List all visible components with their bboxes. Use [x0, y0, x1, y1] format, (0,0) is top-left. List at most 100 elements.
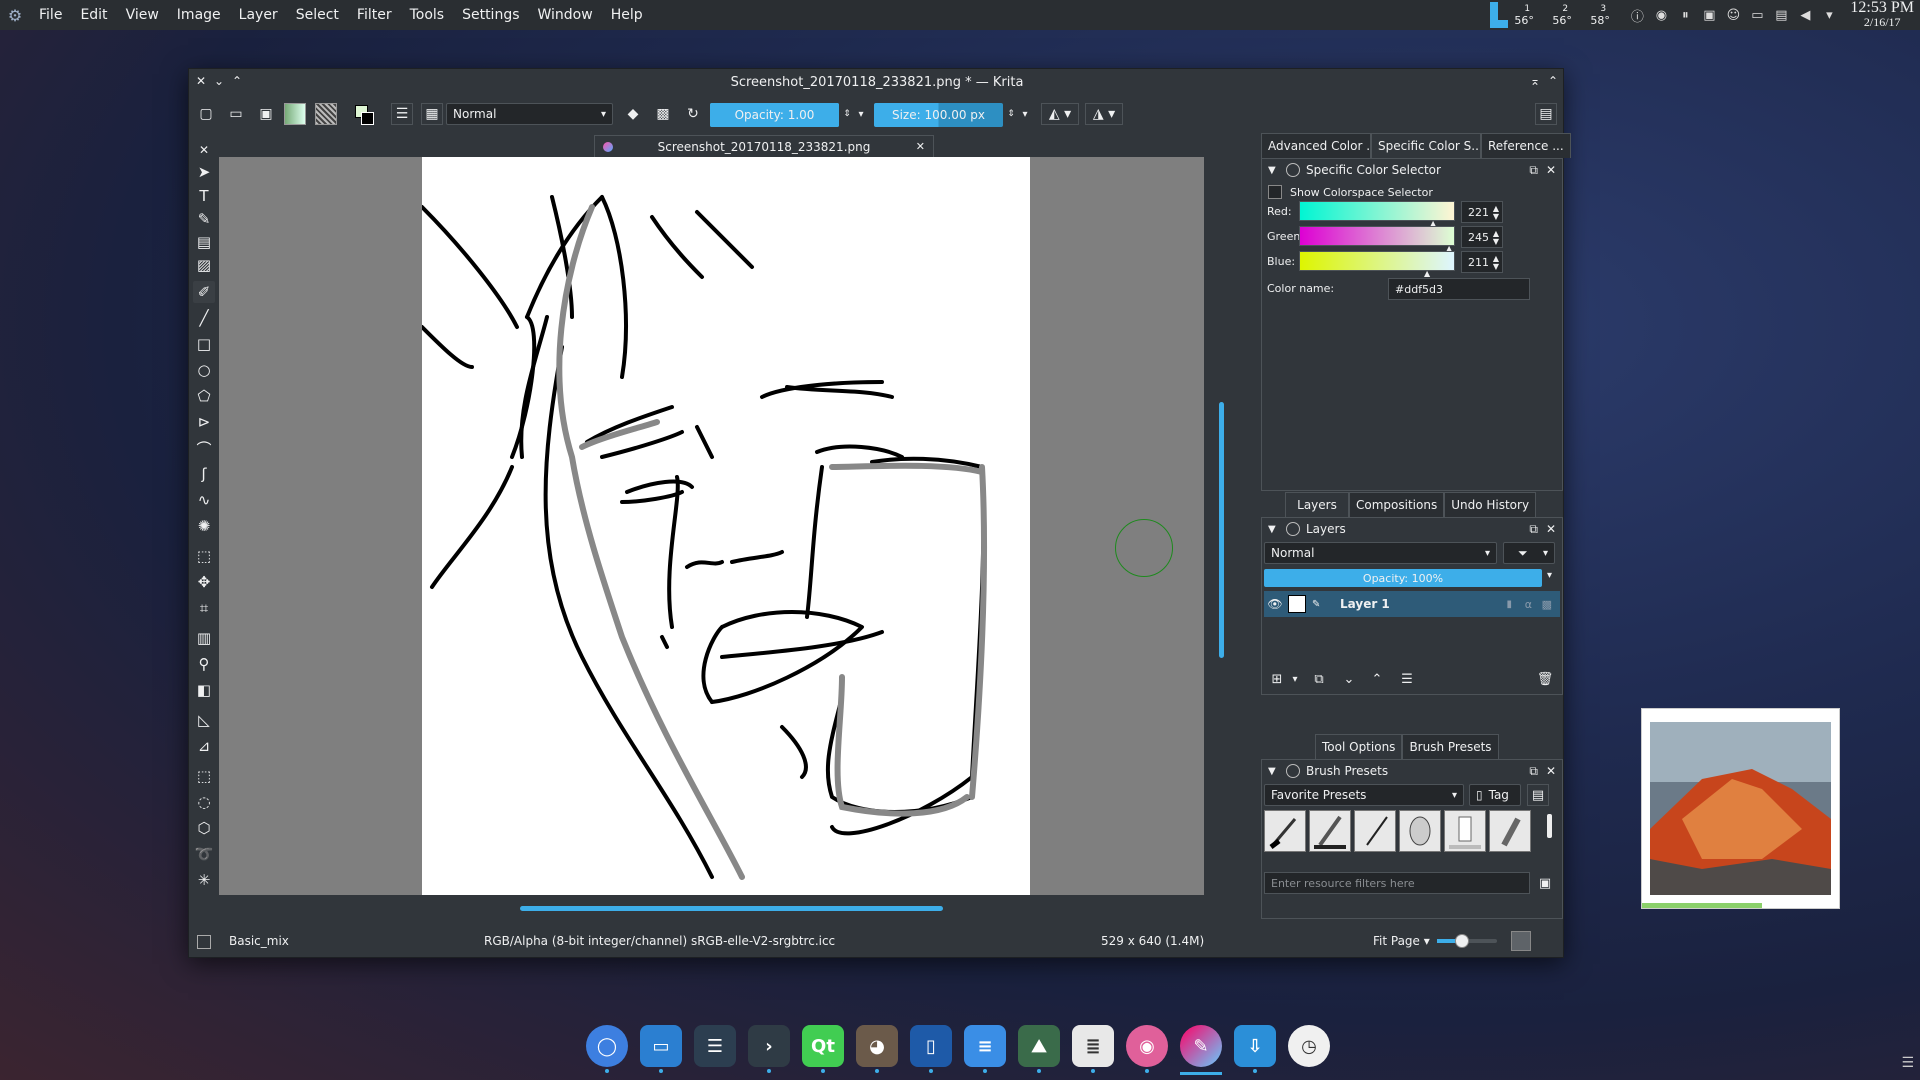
menu-tools[interactable]: Tools — [401, 7, 454, 23]
inkscape-icon[interactable]: ▯ — [910, 1025, 952, 1073]
preset-scrollbar[interactable] — [1547, 814, 1552, 838]
chevron-down-icon[interactable]: ▾ — [1284, 668, 1306, 690]
mirror-horizontal-icon[interactable]: ◭ ▾ — [1041, 103, 1079, 125]
screenshot-thumbnail[interactable] — [1641, 708, 1840, 909]
zoom-slider-handle[interactable] — [1455, 934, 1469, 948]
user-icon[interactable]: ☺ — [1724, 6, 1742, 24]
volume-icon[interactable]: ◀ — [1796, 6, 1814, 24]
duplicate-layer-icon[interactable]: ⧉ — [1308, 668, 1330, 690]
calligraphy-icon[interactable]: ✎ — [193, 208, 215, 230]
window-menu-icon[interactable]: ⌄ — [211, 73, 227, 89]
system-monitor-icon[interactable]: ⛰ — [1018, 1025, 1060, 1073]
menu-layer[interactable]: Layer — [230, 7, 287, 23]
rect-select-icon[interactable]: ⬚ — [193, 765, 215, 787]
temp-sensor-1[interactable]: 1 56° — [1514, 4, 1546, 26]
chevron-down-icon[interactable]: ▾ — [1547, 570, 1552, 581]
opacity-spin-icon[interactable]: ⇕ — [840, 103, 854, 125]
preserve-alpha-icon[interactable]: ▩ — [652, 103, 674, 125]
gimp-icon[interactable]: ◕ — [856, 1025, 898, 1073]
spin-arrows-icon[interactable]: ▲ ▼ — [1493, 230, 1499, 246]
close-window-icon[interactable]: ✕ — [193, 73, 209, 89]
updates-icon[interactable]: ◉ — [1652, 6, 1670, 24]
brush-preview-icon[interactable] — [197, 935, 211, 949]
ellipse-select-icon[interactable]: ◌ — [193, 791, 215, 813]
open-document-icon[interactable]: ▭ — [225, 103, 247, 125]
workspace-icon[interactable]: ▤ — [1535, 103, 1557, 125]
chromium-icon[interactable]: ◯ — [586, 1025, 628, 1073]
layer-properties-icon[interactable]: ☰ — [1396, 668, 1418, 690]
chevron-down-icon[interactable]: ▾ — [1820, 6, 1838, 24]
clock[interactable]: 12:53 PM 2/16/17 — [1850, 0, 1914, 29]
canvas-image[interactable] — [420, 157, 1030, 895]
close-tab-icon[interactable]: ✕ — [916, 140, 925, 153]
gradient-tool-icon[interactable]: ▥ — [193, 627, 215, 649]
move-tool-icon[interactable]: ✥ — [193, 571, 215, 593]
opacity-slider[interactable]: Opacity: 1.00 — [710, 103, 839, 127]
new-document-icon[interactable]: ▢ — [195, 103, 217, 125]
tab-specific-color[interactable]: Specific Color S... — [1371, 133, 1481, 158]
layer-opacity-slider[interactable]: Opacity: 100% — [1264, 569, 1542, 587]
menu-image[interactable]: Image — [168, 7, 230, 23]
green-slider[interactable] — [1299, 226, 1455, 246]
gradient-selector[interactable] — [284, 103, 306, 125]
eye-icon[interactable]: 👁 — [1264, 597, 1286, 611]
alpha-lock-icon[interactable]: α — [1525, 598, 1532, 611]
tag-button[interactable]: ▯ Tag — [1469, 784, 1521, 806]
maximize-icon[interactable]: ⌃ — [1545, 73, 1561, 89]
krita-app-icon[interactable]: ✎ — [1180, 1025, 1222, 1075]
rectangle-tool-icon[interactable]: □ — [193, 333, 215, 355]
collapse-icon[interactable]: ▼ — [1268, 766, 1282, 777]
preset-tag-select[interactable]: Favorite Presets ▾ — [1264, 784, 1464, 806]
display-icon[interactable]: ▭ — [1748, 6, 1766, 24]
chevron-down-icon[interactable]: ▾ — [1018, 103, 1032, 125]
collapse-icon[interactable]: ▼ — [1268, 524, 1282, 535]
color-name-field[interactable]: #ddf5d3 — [1388, 278, 1530, 300]
preset-thumb[interactable] — [1309, 810, 1351, 852]
blend-mode-select[interactable]: Normal ▾ — [446, 103, 613, 125]
close-docker-icon[interactable]: ✕ — [1546, 764, 1556, 778]
menu-filter[interactable]: Filter — [348, 7, 401, 23]
terminal-icon[interactable]: › — [748, 1025, 790, 1073]
freehand-select-icon[interactable]: ➰ — [193, 843, 215, 865]
polygon-tool-icon[interactable]: ⬠ — [193, 385, 215, 407]
move-layer-up-icon[interactable]: ⌃ — [1366, 668, 1388, 690]
inherit-alpha-icon[interactable]: ▩ — [1542, 598, 1552, 611]
pattern-edit-icon[interactable]: ▨ — [193, 254, 215, 276]
brush-editor-icon[interactable]: ☰ — [391, 103, 413, 125]
green-spinbox[interactable]: 245 ▲ ▼ — [1461, 226, 1503, 248]
document-icon[interactable]: ≡ — [964, 1025, 1006, 1073]
select-shapes-icon[interactable]: ➤ — [193, 161, 215, 183]
float-docker-icon[interactable]: ⧉ — [1529, 764, 1538, 779]
move-layer-down-icon[interactable]: ⌄ — [1338, 668, 1360, 690]
checkbox-box[interactable] — [1268, 185, 1282, 199]
freehand-brush-icon[interactable]: ✐ — [193, 281, 215, 303]
freehand-path-icon[interactable]: ʃ — [193, 463, 215, 485]
float-docker-icon[interactable]: ⧉ — [1529, 163, 1538, 178]
keep-above-icon[interactable]: ⌃ — [229, 73, 245, 89]
menu-help[interactable]: Help — [602, 7, 652, 23]
measure-tool-icon[interactable]: ⊿ — [193, 735, 215, 757]
assistant-tool-icon[interactable]: ◺ — [193, 709, 215, 731]
dynamic-brush-icon[interactable]: ∿ — [193, 489, 215, 511]
reload-preset-icon[interactable]: ↻ — [682, 103, 704, 125]
magic-wand-icon[interactable]: ✳ — [193, 869, 215, 891]
collapse-icon[interactable]: ▼ — [1268, 165, 1282, 176]
preset-thumb[interactable] — [1399, 810, 1441, 852]
document-tab[interactable]: Screenshot_20170118_233821.png ✕ — [594, 135, 934, 157]
menu-select[interactable]: Select — [287, 7, 348, 23]
lock-icon[interactable]: ▮ — [1506, 599, 1512, 610]
size-slider[interactable]: Size: 100.00 px — [874, 103, 1003, 127]
clipboard-icon[interactable]: ▤ — [1772, 6, 1790, 24]
preset-filter-input[interactable]: Enter resource filters here — [1264, 872, 1530, 894]
preset-thumb[interactable] — [1444, 810, 1486, 852]
crop-tool-icon[interactable]: ⌗ — [193, 597, 215, 619]
preset-view-icon[interactable]: ▤ — [1527, 784, 1549, 806]
canvas-area[interactable] — [219, 157, 1204, 895]
preset-thumb[interactable] — [1354, 810, 1396, 852]
red-slider[interactable] — [1299, 201, 1455, 221]
layer-filter-select[interactable]: ⏷ ▾ — [1503, 542, 1555, 564]
size-spin-icon[interactable]: ⇕ — [1004, 103, 1018, 125]
zoom-slider[interactable] — [1437, 934, 1497, 948]
pause-icon[interactable]: ⏸ — [1676, 6, 1694, 24]
mirror-vertical-icon[interactable]: ◮ ▾ — [1085, 103, 1123, 125]
